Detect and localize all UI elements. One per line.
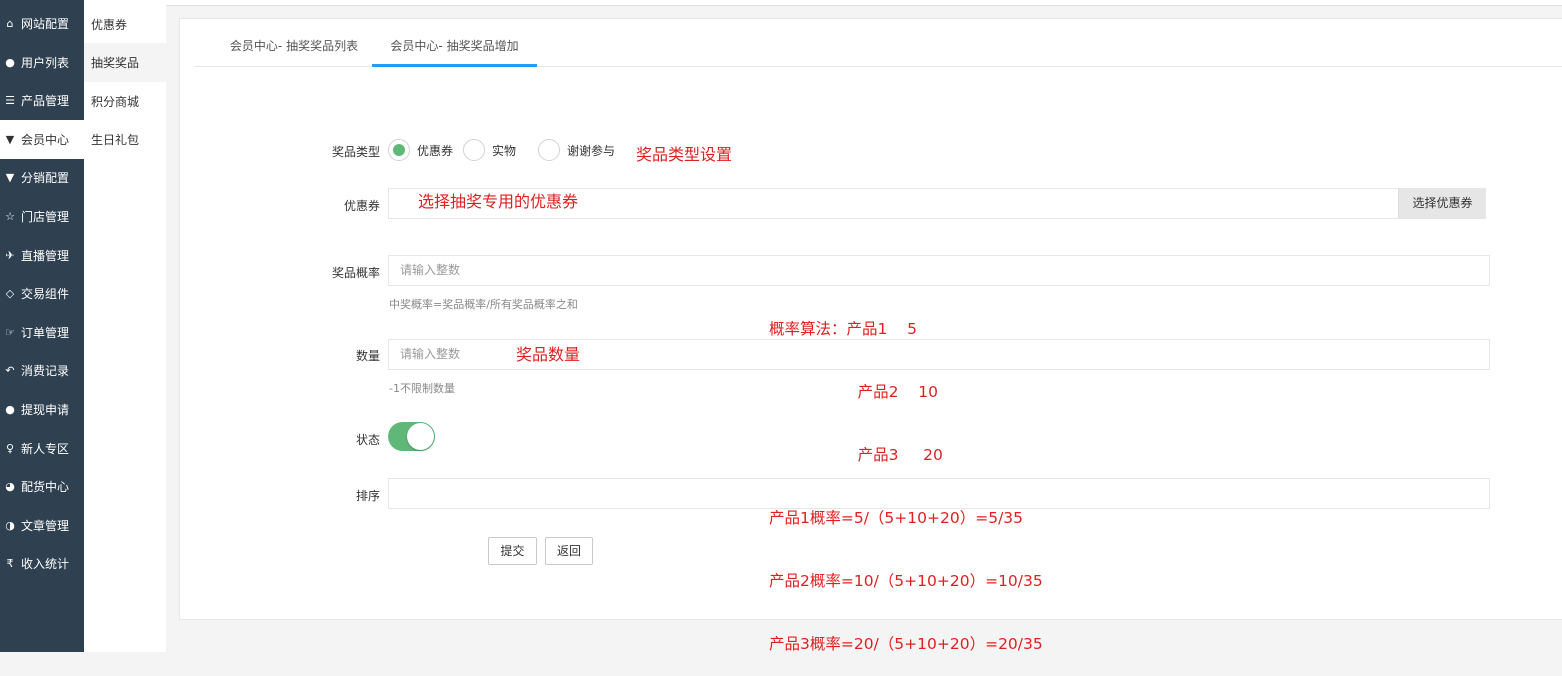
tab-prize-list[interactable]: 会员中心- 抽奖奖品列表 — [209, 28, 379, 67]
status-label: 状态 — [355, 433, 380, 447]
top-bar — [166, 0, 1562, 6]
sidebar-item-label: 产品管理 — [21, 94, 70, 108]
tab-bar: 会员中心- 抽奖奖品列表 会员中心- 抽奖奖品增加 — [195, 28, 1562, 67]
plane-icon: ✈ — [5, 249, 15, 262]
formula-line: 产品2 10 — [769, 383, 938, 401]
star-icon: ☆ — [5, 210, 15, 223]
annotation-quantity-note: 奖品数量 — [516, 345, 581, 364]
sidebar-item-label: 网站配置 — [21, 17, 70, 31]
sidebar-item-label: 配货中心 — [21, 480, 70, 494]
sidebar-item-distribution-center[interactable]: ◕ 配货中心 — [0, 467, 84, 506]
sidebar-item-site-config[interactable]: ⌂ 网站配置 — [0, 4, 84, 43]
formula-line: 概率算法：产品1 5 — [769, 320, 917, 338]
probability-label: 奖品概率 — [331, 266, 380, 280]
subnav-item-birthday-gift[interactable]: 生日礼包 — [84, 120, 166, 159]
toggle-knob — [407, 423, 434, 450]
cart-icon: ▼ — [5, 171, 15, 184]
quantity-hint: -1不限制数量 — [389, 382, 455, 395]
subnav-item-coupons[interactable]: 优惠券 — [84, 5, 166, 44]
quantity-label: 数量 — [355, 349, 380, 363]
sidebar-item-live[interactable]: ✈ 直播管理 — [0, 236, 84, 275]
submit-button[interactable]: 提交 — [488, 537, 537, 565]
annotation-coupon-note: 选择抽奖专用的优惠券 — [418, 192, 579, 211]
eraser-icon: ◇ — [5, 287, 15, 300]
radio-circle — [463, 139, 485, 161]
sidebar-item-withdraw[interactable]: ● 提现申请 — [0, 390, 84, 429]
cart-icon: ▼ — [5, 133, 15, 146]
sidebar-item-label: 消费记录 — [21, 364, 70, 378]
formula-line: 产品1概率=5/（5+10+20）=5/35 — [769, 509, 1024, 527]
wechat-icon: ● — [5, 403, 15, 416]
pin-icon: ♀ — [5, 442, 15, 455]
subnav-item-points-mall[interactable]: 积分商城 — [84, 82, 166, 121]
radio-selected-dot — [393, 144, 405, 156]
sidebar-item-label: 提现申请 — [21, 403, 70, 417]
tab-prize-add[interactable]: 会员中心- 抽奖奖品增加 — [372, 28, 537, 67]
sidebar-item-label: 门店管理 — [21, 210, 70, 224]
sidebar-item-label: 直播管理 — [21, 249, 70, 263]
formula-line: 产品3 20 — [769, 446, 943, 464]
sidebar-item-newcomer[interactable]: ♀ 新人专区 — [0, 429, 84, 468]
radio-label: 优惠券 — [417, 143, 454, 158]
sidebar-item-label: 文章管理 — [21, 519, 70, 533]
sort-label: 排序 — [355, 489, 380, 503]
sidebar-item-income-stats[interactable]: ₹ 收入统计 — [0, 544, 84, 583]
radio-circle — [388, 139, 410, 161]
sidebar-item-stores[interactable]: ☆ 门店管理 — [0, 197, 84, 236]
sidebar-item-consumption[interactable]: ↶ 消费记录 — [0, 351, 84, 390]
sidebar-item-products[interactable]: ☰ 产品管理 — [0, 81, 84, 120]
reply-icon: ↶ — [5, 364, 15, 377]
radio-coupon[interactable]: 优惠券 — [388, 139, 453, 161]
user-icon: ● — [5, 56, 15, 69]
sidebar-item-label: 新人专区 — [21, 442, 70, 456]
sidebar-item-label: 交易组件 — [21, 287, 70, 301]
rupee-icon: ₹ — [6, 557, 14, 570]
radio-physical[interactable]: 实物 — [463, 139, 516, 161]
sidebar-item-label: 分销配置 — [21, 171, 70, 185]
radio-label: 谢谢参与 — [567, 143, 616, 158]
main-sidebar: ⌂ 网站配置 ● 用户列表 ☰ 产品管理 ▼ 会员中心 ▼ 分销配置 ☆ 门店管… — [0, 0, 84, 652]
contrast-icon: ◑ — [5, 519, 15, 532]
sidebar-item-distribution[interactable]: ▼ 分销配置 — [0, 158, 84, 197]
annotation-probability-formula: 概率算法：产品1 5 产品2 10 产品3 20 产品1概率=5/（5+10+2… — [769, 277, 1043, 676]
pie-icon: ◕ — [5, 480, 15, 493]
coupon-label: 优惠券 — [343, 199, 380, 213]
sidebar-item-orders[interactable]: ☞ 订单管理 — [0, 313, 84, 352]
home-icon: ⌂ — [6, 17, 14, 30]
subnav-item-lottery-prizes[interactable]: 抽奖奖品 — [84, 43, 166, 82]
select-coupon-button[interactable]: 选择优惠券 — [1398, 189, 1486, 218]
prize-type-label: 奖品类型 — [331, 145, 380, 159]
annotation-type-setting: 奖品类型设置 — [636, 145, 733, 164]
sidebar-item-user-list[interactable]: ● 用户列表 — [0, 43, 84, 82]
back-button[interactable]: 返回 — [545, 537, 593, 565]
sort-input[interactable] — [388, 478, 1490, 509]
sub-navigation: 优惠券 抽奖奖品 积分商城 生日礼包 — [84, 0, 166, 652]
radio-label: 实物 — [492, 143, 517, 158]
sidebar-item-label: 会员中心 — [21, 133, 70, 147]
sidebar-item-label: 收入统计 — [21, 557, 70, 571]
sidebar-item-label: 订单管理 — [21, 326, 70, 340]
radio-circle — [538, 139, 560, 161]
probability-hint: 中奖概率=奖品概率/所有奖品概率之和 — [389, 298, 578, 311]
status-toggle[interactable] — [388, 422, 435, 451]
sidebar-item-label: 用户列表 — [21, 56, 70, 70]
sidebar-item-articles[interactable]: ◑ 文章管理 — [0, 506, 84, 545]
list-icon: ☰ — [5, 94, 15, 107]
sidebar-item-member-center[interactable]: ▼ 会员中心 — [0, 120, 84, 159]
sidebar-item-trade-components[interactable]: ◇ 交易组件 — [0, 274, 84, 313]
hand-icon: ☞ — [5, 326, 15, 339]
formula-line: 产品2概率=10/（5+10+20）=10/35 — [769, 572, 1043, 590]
radio-thanks[interactable]: 谢谢参与 — [538, 139, 615, 161]
